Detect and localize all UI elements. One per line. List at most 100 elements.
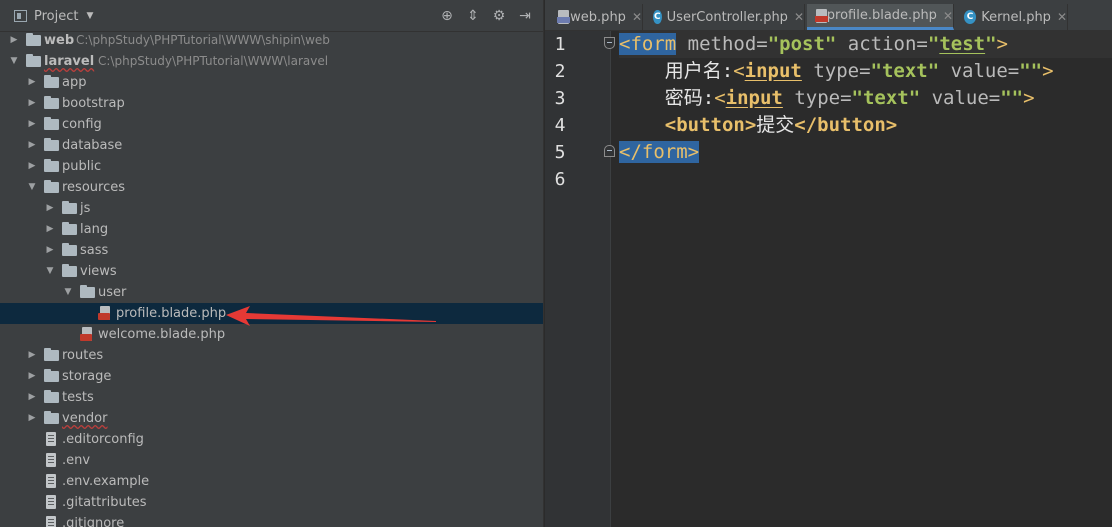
chevron-right-icon[interactable]: ▶: [26, 93, 38, 114]
chevron-down-icon[interactable]: ▼: [44, 261, 56, 282]
close-icon[interactable]: ✕: [794, 10, 804, 24]
tree-item-routes[interactable]: ▶ routes: [0, 345, 543, 366]
blade-file-icon: [80, 327, 96, 342]
line-number-gutter[interactable]: 1 2 3 4 5 6: [545, 31, 615, 527]
code-token: "post": [767, 33, 837, 55]
chevron-right-icon[interactable]: ▶: [26, 408, 38, 429]
tree-item-label: app: [62, 75, 87, 90]
folder-icon: [44, 138, 60, 153]
code-token: >: [996, 33, 1008, 55]
code-line-5: </form>: [619, 139, 1112, 166]
tree-item-storage[interactable]: ▶ storage: [0, 366, 543, 387]
code-token: type=: [801, 60, 871, 82]
tree-item-label: public: [62, 159, 102, 174]
code-token: 用户名:: [664, 60, 734, 82]
tab-kernel-php[interactable]: C Kernel.php ✕: [956, 4, 1068, 30]
target-icon[interactable]: ⊕: [437, 7, 457, 25]
close-icon[interactable]: ✕: [943, 9, 953, 23]
tree-item-vendor[interactable]: ▶ vendor: [0, 408, 543, 429]
close-icon[interactable]: ✕: [1057, 10, 1067, 24]
code-token: ": [985, 33, 997, 55]
chevron-right-icon[interactable]: ▶: [26, 366, 38, 387]
code-token: 提交: [756, 114, 795, 136]
chevron-right-icon[interactable]: ▶: [26, 345, 38, 366]
folder-icon: [62, 201, 78, 216]
chevron-right-icon[interactable]: ▶: [44, 240, 56, 261]
fold-collapse-icon[interactable]: [604, 37, 615, 49]
tree-item-env-example[interactable]: .env.example: [0, 471, 543, 492]
folder-icon: [26, 33, 42, 48]
project-view-selector[interactable]: Project ▼: [14, 7, 93, 25]
tab-web-php[interactable]: web.php ✕: [549, 4, 643, 30]
tree-item-label: vendor: [62, 411, 108, 426]
tree-item-env[interactable]: .env: [0, 450, 543, 471]
code-token: value=: [939, 60, 1020, 82]
editor-area: web.php ✕ C UserController.php ✕ profile…: [545, 0, 1112, 527]
tree-item-label: user: [98, 285, 127, 300]
chevron-right-icon[interactable]: ▶: [44, 198, 56, 219]
code-token: >: [1042, 60, 1054, 82]
blade-file-icon: [98, 306, 114, 321]
tree-item-label: .editorconfig: [62, 432, 144, 447]
code-editor[interactable]: <form method="post" action="test"> 用户名:<…: [619, 31, 1112, 527]
tree-item-user[interactable]: ▼ user: [0, 282, 543, 303]
code-token: >: [1023, 87, 1035, 109]
tree-item-label: bootstrap: [62, 96, 125, 111]
chevron-down-icon[interactable]: ▼: [8, 51, 20, 72]
code-token: 密码:: [664, 87, 715, 109]
code-token: "text": [851, 87, 921, 109]
tree-item-label: database: [62, 138, 123, 153]
chevron-right-icon[interactable]: ▶: [26, 72, 38, 93]
chevron-right-icon[interactable]: ▶: [26, 387, 38, 408]
class-icon: C: [653, 10, 662, 24]
tree-item-lang[interactable]: ▶ lang: [0, 219, 543, 240]
tab-profile-blade[interactable]: profile.blade.php ✕: [807, 4, 954, 30]
tree-item-editorconfig[interactable]: .editorconfig: [0, 429, 543, 450]
tab-label: profile.blade.php: [826, 8, 937, 23]
tree-item-tests[interactable]: ▶ tests: [0, 387, 543, 408]
code-token: input: [725, 87, 783, 109]
file-icon: [44, 432, 60, 447]
fold-end-icon[interactable]: [604, 145, 615, 157]
chevron-down-icon[interactable]: ▼: [62, 282, 74, 303]
code-token: <: [714, 87, 726, 109]
tree-item-js[interactable]: ▶ js: [0, 198, 543, 219]
tree-item-resources[interactable]: ▼ resources: [0, 177, 543, 198]
chevron-down-icon[interactable]: ▼: [26, 177, 38, 198]
folder-icon: [62, 264, 78, 279]
collapse-icon[interactable]: ⇕: [463, 7, 483, 25]
tree-item-public[interactable]: ▶ public: [0, 156, 543, 177]
line-number: 1: [554, 34, 566, 55]
tree-item-web[interactable]: ▶ web C:\phpStudy\PHPTutorial\WWW\shipin\w…: [0, 30, 543, 51]
hide-icon[interactable]: ⇥: [515, 7, 535, 25]
tree-item-laravel[interactable]: ▼ laravel C:\phpStudy\PHPTutorial\WWW\lara…: [0, 51, 543, 72]
chevron-right-icon[interactable]: ▶: [8, 30, 20, 51]
tree-item-views[interactable]: ▼ views: [0, 261, 543, 282]
tree-item-gitattributes[interactable]: .gitattributes: [0, 492, 543, 513]
tree-item-gitignore[interactable]: .gitignore: [0, 513, 543, 527]
editor-tab-bar: web.php ✕ C UserController.php ✕ profile…: [545, 0, 1112, 31]
folder-icon: [44, 180, 60, 195]
class-icon: C: [964, 10, 977, 24]
gear-icon[interactable]: ⚙: [489, 7, 509, 25]
tree-item-bootstrap[interactable]: ▶ bootstrap: [0, 93, 543, 114]
tree-item-sass[interactable]: ▶ sass: [0, 240, 543, 261]
tree-item-label: config: [62, 117, 102, 132]
close-icon[interactable]: ✕: [632, 10, 642, 24]
folder-icon: [44, 96, 60, 111]
code-token: input: [744, 60, 802, 82]
tree-item-database[interactable]: ▶ database: [0, 135, 543, 156]
chevron-right-icon[interactable]: ▶: [44, 219, 56, 240]
chevron-right-icon[interactable]: ▶: [26, 135, 38, 156]
file-icon: [44, 495, 60, 510]
folder-icon: [44, 159, 60, 174]
tree-item-app[interactable]: ▶ app: [0, 72, 543, 93]
tree-item-config[interactable]: ▶ config: [0, 114, 543, 135]
chevron-right-icon[interactable]: ▶: [26, 156, 38, 177]
tab-user-controller[interactable]: C UserController.php ✕: [645, 4, 805, 30]
tree-item-path: C:\phpStudy\PHPTutorial\WWW\laravel: [98, 54, 329, 68]
code-token: <form: [619, 33, 677, 55]
chevron-right-icon[interactable]: ▶: [26, 114, 38, 135]
folder-icon: [44, 369, 60, 384]
